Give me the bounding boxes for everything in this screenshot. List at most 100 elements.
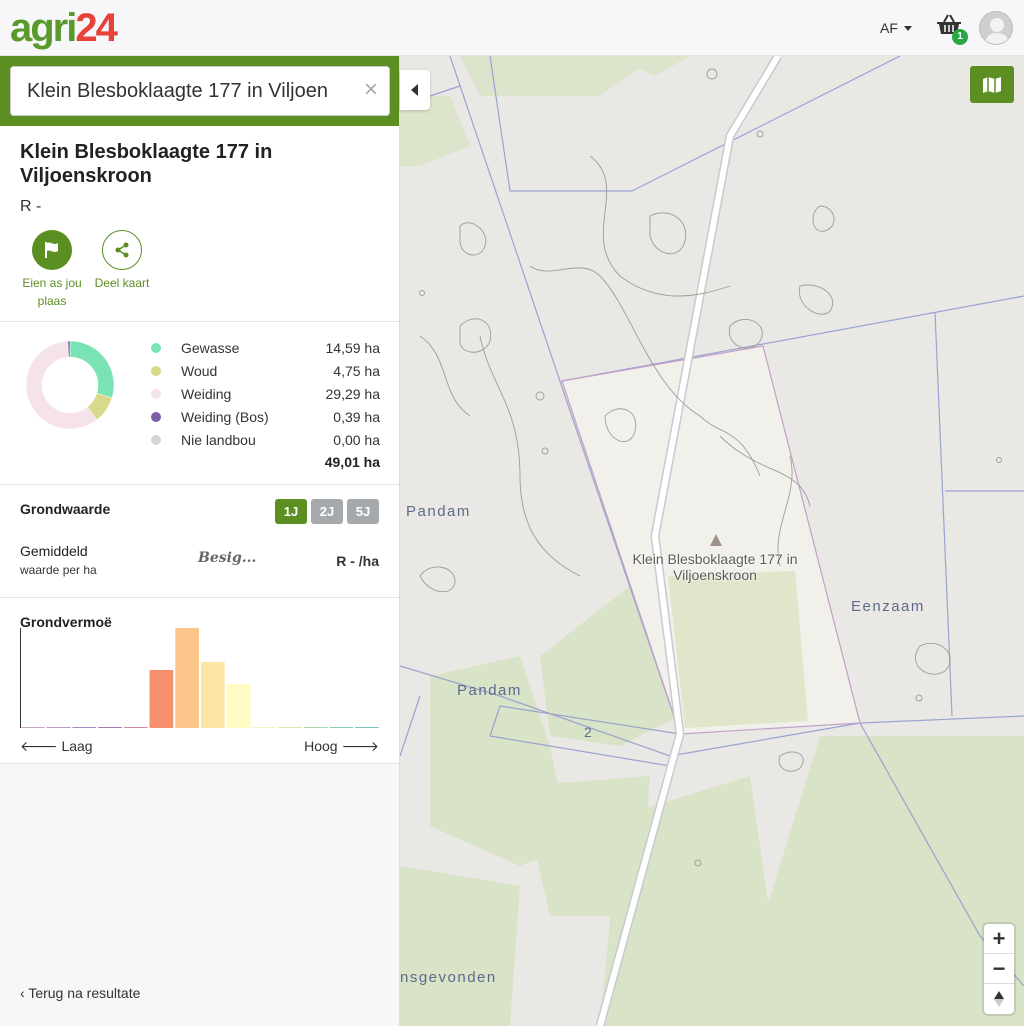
back-to-results-label: Terug na resultate [28,985,141,1001]
map-view[interactable]: Pandam Pandam Eenzaam nsgevonden 2 [400,56,1024,1026]
high-label-text: Hoog [304,738,338,754]
share-map-label: Deel kaart [94,276,150,290]
capability-bar-3 [72,727,97,728]
legend-name: Gewasse [181,339,240,356]
capability-bar-10 [252,727,277,728]
legend-dot [151,434,161,445]
land-use-panel: Gewasse 14,59 ha Woud 4,75 ha Weiding 29,29… [0,322,399,485]
search-input[interactable] [10,66,390,116]
average-value: R - /ha [336,553,379,569]
property-title: Klein Blesboklaagte 177 in Viljoenskroon [20,141,273,187]
legend-row-weiding: Weiding 29,29 ha [148,382,380,405]
caret-down-icon [903,25,912,31]
zoom-out-button[interactable]: − [984,954,1014,984]
land-value-title: Grondwaarde [20,501,111,517]
place-label-pandam-1: Pandam [406,503,471,520]
land-value-panel: Grondwaarde 1J 2J 5J Gemiddeld waarde pe… [0,485,399,598]
capability-bar-6 [149,670,174,728]
legend-name: Nie landbou [181,431,256,448]
land-use-total: 49,01 ha [324,454,380,470]
property-info: Klein Blesboklaagte 177 in Viljoenskroon… [0,126,399,322]
legend-dot [151,365,161,376]
place-label-pandam-2: Pandam [457,682,522,699]
reset-north-button[interactable] [984,984,1014,1014]
search-bar: × [0,56,399,126]
collapse-sidebar-button[interactable] [400,70,430,110]
caret-left-icon [411,84,418,96]
average-label: Gemiddeld [20,543,88,559]
claim-farm-label: Eien as jou plaas [22,276,82,308]
legend-dot [151,388,161,399]
low-label-text: Laag [61,738,93,754]
average-sublabel: waarde per ha [20,563,97,577]
legend-value: 0,39 ha [333,408,380,425]
search-input-wrapper: × [10,66,390,116]
land-use-donut-chart [25,340,115,430]
farm-map-label[interactable]: Klein Blesboklaagte 177 in Viljoenskroon [630,551,800,583]
land-capability-chart [20,628,379,728]
compass-icon [994,991,1004,1007]
legend-value: 29,29 ha [325,385,381,402]
property-actions: Eien as jou plaas Deel kaart [20,230,379,310]
map-zoom-controls: + − [984,924,1014,1014]
land-capability-panel: Grondvermoë 🡐 Laag Hoog 🡒 [0,598,399,764]
language-dropdown[interactable]: AF [880,20,912,36]
low-label: 🡐 Laag [20,738,93,755]
road-number-label: 2 [584,724,592,740]
user-avatar[interactable] [979,11,1013,45]
legend-row-woud: Woud 4,75 ha [148,359,380,382]
period-selector: 1J 2J 5J [275,499,379,524]
capability-bar-9 [226,684,251,728]
basket-button[interactable]: 1 [936,14,968,45]
top-navbar: agri24 AF 1 [0,0,1024,56]
claim-farm-button[interactable]: Eien as jou plaas [20,230,84,310]
map-icon [983,76,1001,93]
share-map-button[interactable]: Deel kaart [90,230,154,310]
legend-row-nie-landbou: Nie landbou 0,00 ha [148,428,380,451]
legend-dot [151,342,161,353]
share-icon [102,230,142,270]
logo-text-agri: agri [10,6,77,50]
period-button-5j[interactable]: 5J [347,499,379,524]
capability-bar-11 [278,727,302,728]
legend-value: 0,00 ha [333,431,380,448]
legend-name: Weiding (Bos) [181,408,269,425]
back-to-results-link[interactable]: ‹ Terug na resultate [20,985,140,1001]
capability-bar-4 [98,727,122,728]
property-price: R - [20,198,42,215]
arrow-right-icon: 🡒 [341,738,379,754]
donut-slice-0 [69,340,115,399]
land-use-legend: Gewasse 14,59 ha Woud 4,75 ha Weiding 29,29… [148,336,380,474]
arrow-left-icon: 🡐 [20,738,58,754]
property-sidebar: × Klein Blesboklaagte 177 in Viljoenskro… [0,56,400,1026]
agri24-logo[interactable]: agri24 [10,6,118,50]
period-button-2j[interactable]: 2J [311,499,343,524]
place-label-nsgevonden: nsgevonden [400,969,497,986]
capability-bar-1 [21,727,45,728]
legend-value: 4,75 ha [333,362,380,379]
capability-bar-13 [329,727,354,728]
legend-row-weiding-bos: Weiding (Bos) 0,39 ha [148,405,380,428]
capability-bar-2 [46,727,71,728]
capability-bar-7 [175,628,199,728]
map-canvas [400,56,1024,1026]
clear-search-icon[interactable]: × [364,77,378,103]
legend-value: 14,59 ha [325,339,381,356]
legend-row-gewasse: Gewasse 14,59 ha [148,336,380,359]
legend-dot [151,411,161,422]
place-label-eenzaam: Eenzaam [851,598,925,615]
period-button-1j[interactable]: 1J [275,499,307,524]
map-layers-button[interactable] [970,66,1014,103]
user-icon [984,18,1010,44]
chevron-left-icon: ‹ [20,985,25,1001]
language-label: AF [880,20,898,36]
capability-bar-12 [303,727,328,728]
capability-bar-8 [201,662,225,728]
high-label: Hoog 🡒 [304,738,379,755]
zoom-in-button[interactable]: + [984,924,1014,954]
legend-name: Woud [181,362,218,379]
capability-bar-5 [123,727,148,728]
logo-text-24: 24 [75,6,117,50]
loading-status: Besig... [198,550,257,566]
basket-count-badge: 1 [952,29,968,45]
